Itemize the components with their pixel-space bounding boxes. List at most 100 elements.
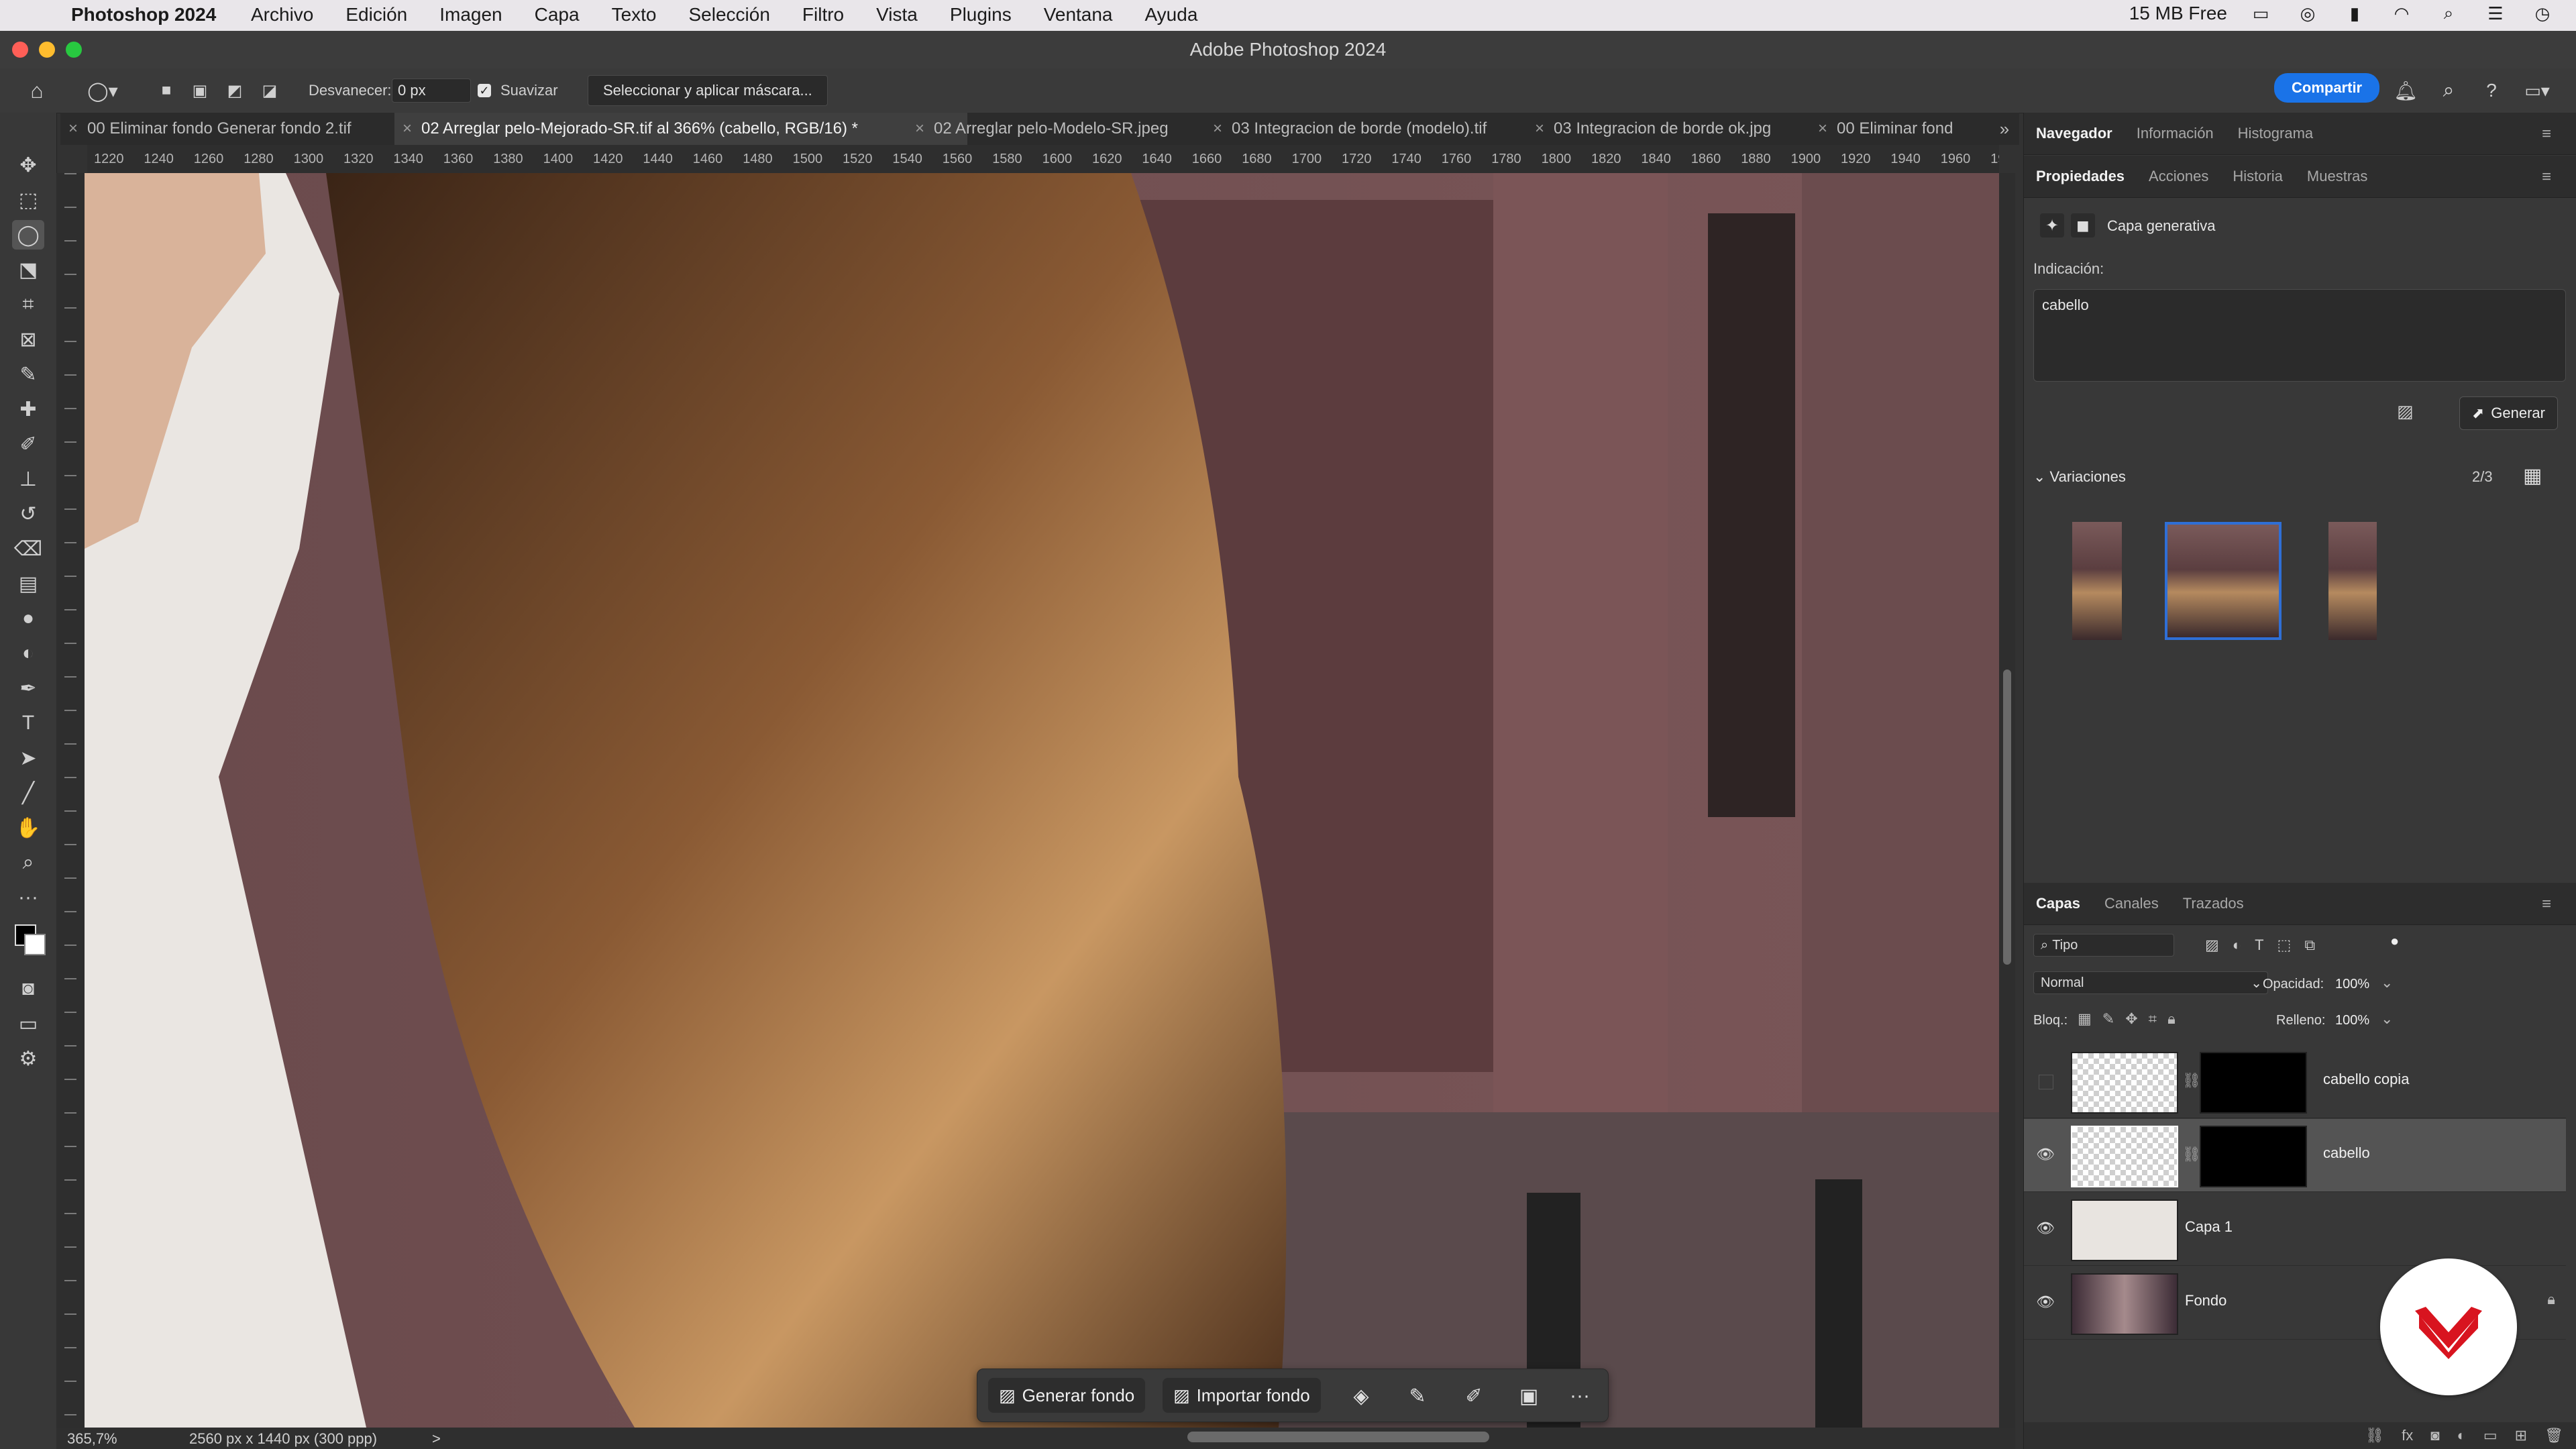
screen-mode-icon[interactable]: ▭ [12, 1009, 44, 1038]
workspace-icon[interactable]: ▭▾ [2517, 78, 2557, 103]
menu-edicion[interactable]: Edición [345, 4, 407, 25]
eye-icon[interactable]: 👁︎ [2036, 1220, 2056, 1240]
layer-filter-select[interactable]: ⌕ Tipo [2033, 934, 2174, 957]
chevron-down-icon[interactable]: ⌄ [2381, 1010, 2393, 1028]
prompt-textarea[interactable]: cabello [2033, 289, 2566, 382]
new-layer-icon[interactable]: ⊞ [2515, 1427, 2527, 1444]
horizontal-scroll-thumb[interactable] [1187, 1432, 1489, 1442]
layer-mask-thumbnail[interactable] [2200, 1126, 2307, 1187]
dodge-tool-icon[interactable]: ◐ [12, 639, 44, 668]
link-icon[interactable]: ⛓ [2182, 1072, 2201, 1089]
feather-input[interactable]: 0 px [392, 78, 471, 103]
intersect-selection-icon[interactable]: ◪ [256, 78, 283, 103]
frame-tool-icon[interactable]: ⊠ [12, 325, 44, 354]
creative-cloud-icon[interactable]: ◎ [2294, 3, 2321, 23]
link-icon[interactable]: ⛓ [2182, 1146, 2201, 1163]
wifi-icon[interactable]: ◠ [2388, 3, 2415, 23]
menu-filtro[interactable]: Filtro [802, 4, 844, 25]
filter-toggle-icon[interactable]: ● [2390, 932, 2399, 950]
new-group-icon[interactable]: ▭ [2483, 1427, 2498, 1444]
share-button[interactable]: Compartir [2274, 73, 2380, 103]
display-icon[interactable]: ▭ [2247, 3, 2274, 23]
tab-propiedades[interactable]: Propiedades [2036, 168, 2125, 185]
reference-image-icon[interactable]: ▨ [2397, 401, 2424, 425]
lock-icon[interactable]: 🔒︎ [2547, 1291, 2555, 1308]
status-menu-arrow[interactable]: > [432, 1430, 441, 1448]
tab-document-1[interactable]: × 00 Eliminar fondo Generar fondo 2.tif [60, 113, 384, 145]
subtract-selection-icon[interactable]: ◩ [221, 78, 248, 103]
menu-imagen[interactable]: Imagen [439, 4, 502, 25]
layer-mask-thumbnail[interactable] [2200, 1052, 2307, 1114]
variation-thumbnail-2-selected[interactable] [2165, 522, 2282, 640]
panel-menu-icon[interactable]: ≡ [2542, 125, 2551, 144]
menu-ayuda[interactable]: Ayuda [1145, 4, 1198, 25]
eyedropper-tool-icon[interactable]: ✎ [12, 360, 44, 389]
control-center-icon[interactable]: ☰ [2482, 3, 2509, 23]
adjustment-layer-icon[interactable]: ◐ [2457, 1427, 2466, 1444]
search-icon[interactable]: ⌕ [2435, 3, 2462, 23]
lock-all-icon[interactable]: 🔒︎ [2167, 1010, 2176, 1028]
tab-document-3[interactable]: × 02 Arreglar pelo-Modelo-SR.jpeg [910, 113, 1210, 145]
add-mask-icon[interactable]: ◙ [2430, 1427, 2439, 1444]
lasso-tool-preset-icon[interactable]: ◯▾ [79, 78, 126, 103]
visibility-toggle-off[interactable] [2039, 1075, 2053, 1089]
quick-mask-icon[interactable]: ◙ [12, 974, 44, 1004]
pixel-filter-icon[interactable]: ▨ [2205, 936, 2219, 954]
type-filter-icon[interactable]: T [2255, 936, 2263, 954]
new-selection-icon[interactable]: ■ [153, 78, 180, 103]
pen-tool-icon[interactable]: ✒ [12, 674, 44, 703]
tab-acciones[interactable]: Acciones [2149, 168, 2208, 185]
generate-background-button[interactable]: ▨ Generar fondo [988, 1378, 1146, 1413]
blur-tool-icon[interactable]: ● [12, 604, 44, 633]
add-selection-icon[interactable]: ▣ [186, 78, 213, 103]
generate-button[interactable]: ⬈ Generar [2459, 396, 2558, 430]
search-icon[interactable]: ⌕ [2435, 78, 2462, 103]
app-name-menu[interactable]: Photoshop 2024 [71, 4, 216, 25]
mask-icon[interactable]: ◼ [2071, 213, 2095, 237]
lock-pixels-icon[interactable]: ✎ [2102, 1010, 2114, 1028]
move-tool-icon[interactable]: ✥ [12, 150, 44, 180]
fill-icon[interactable]: ◈ [1346, 1381, 1376, 1411]
close-tab-icon[interactable]: × [402, 119, 412, 138]
tab-navegador[interactable]: Navegador [2036, 125, 2112, 142]
layer-row[interactable]: ⛓ cabello copia [2024, 1045, 2566, 1118]
object-selection-tool-icon[interactable]: ⬔ [12, 255, 44, 284]
lock-transparent-icon[interactable]: ▦ [2078, 1010, 2092, 1028]
color-swatches-icon[interactable] [7, 920, 50, 955]
layer-name[interactable]: cabello copia [2323, 1071, 2409, 1088]
variation-thumbnail-1[interactable] [2072, 522, 2122, 640]
more-tools-icon[interactable]: ··· [12, 883, 44, 912]
help-icon[interactable]: ? [2478, 78, 2505, 103]
adjustment-filter-icon[interactable]: ◐ [2233, 936, 2241, 954]
line-tool-icon[interactable]: ╱ [12, 778, 44, 808]
vertical-scroll-thumb[interactable] [2003, 669, 2011, 965]
eraser-tool-icon[interactable]: ⌫ [12, 534, 44, 564]
variation-thumbnail-3[interactable] [2328, 522, 2377, 640]
lock-artboard-icon[interactable]: ⌗ [2149, 1010, 2157, 1028]
menu-texto[interactable]: Texto [612, 4, 657, 25]
clone-stamp-tool-icon[interactable]: ⊥ [12, 464, 44, 494]
battery-icon[interactable]: ▮ [2341, 3, 2368, 23]
generative-tool-icon[interactable]: ⚙ [12, 1044, 44, 1073]
smart-object-filter-icon[interactable]: ⧉ [2304, 936, 2315, 954]
mask-brush-icon[interactable]: ✐ [1459, 1381, 1489, 1411]
variations-label[interactable]: ⌄ Variaciones [2033, 468, 2126, 486]
fill-value[interactable]: 100% [2335, 1013, 2369, 1028]
import-background-button[interactable]: ▨ Importar fondo [1163, 1378, 1321, 1413]
home-icon[interactable]: ⌂ [20, 78, 54, 103]
more-tabs-icon[interactable]: » [1992, 113, 2017, 145]
smooth-checkbox[interactable]: ✓ [478, 84, 491, 97]
shape-filter-icon[interactable]: ⬚ [2277, 936, 2292, 954]
eye-icon[interactable]: 👁︎ [2036, 1293, 2056, 1313]
close-tab-icon[interactable]: × [1213, 119, 1222, 138]
menu-vista[interactable]: Vista [876, 4, 918, 25]
chevron-down-icon[interactable]: ⌄ [2381, 974, 2393, 991]
tab-canales[interactable]: Canales [2104, 895, 2159, 912]
tab-historia[interactable]: Historia [2233, 168, 2283, 185]
menu-ventana[interactable]: Ventana [1044, 4, 1113, 25]
tab-trazados[interactable]: Trazados [2183, 895, 2244, 912]
notifications-icon[interactable]: 🔔︎ [2392, 78, 2419, 103]
opacity-value[interactable]: 100% [2335, 977, 2369, 992]
settings-icon[interactable]: ▣ [1514, 1381, 1544, 1411]
layer-name[interactable]: Fondo [2185, 1292, 2226, 1309]
